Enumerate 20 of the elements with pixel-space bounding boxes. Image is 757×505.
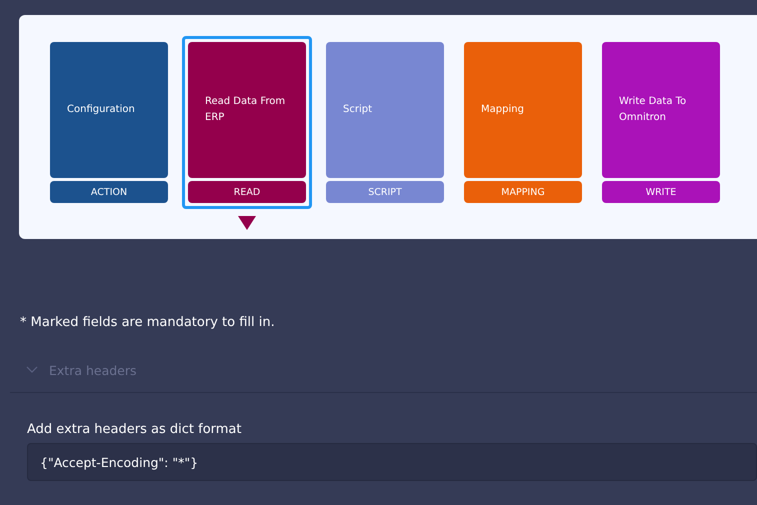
step-tile: Write Data To Omnitron [602,42,720,178]
step-card[interactable]: Read Data From ERP READ [182,36,312,209]
chevron-icon[interactable] [26,366,38,374]
step-card[interactable]: Write Data To Omnitron WRITE [596,36,726,209]
step-tag: SCRIPT [326,181,444,203]
caret-icon [238,216,256,230]
mandatory-note: * Marked fields are mandatory to fill in. [20,315,276,330]
step-tag: READ [188,181,306,203]
headers-input[interactable]: {"Accept-Encoding": "*"} [27,443,757,481]
step-tag: ACTION [50,181,168,203]
step-tag: WRITE [602,181,720,203]
field-label: Add extra headers as dict format [27,422,242,437]
step-card[interactable]: Mapping MAPPING [458,36,588,209]
step-card[interactable]: Configuration ACTION [44,36,174,209]
step-tile: Read Data From ERP [188,42,306,178]
step-tile: Script [326,42,444,178]
step-tile: Mapping [464,42,582,178]
step-tag: MAPPING [464,181,582,203]
step-tile: Configuration [50,42,168,178]
step-card[interactable]: Script SCRIPT [320,36,450,209]
